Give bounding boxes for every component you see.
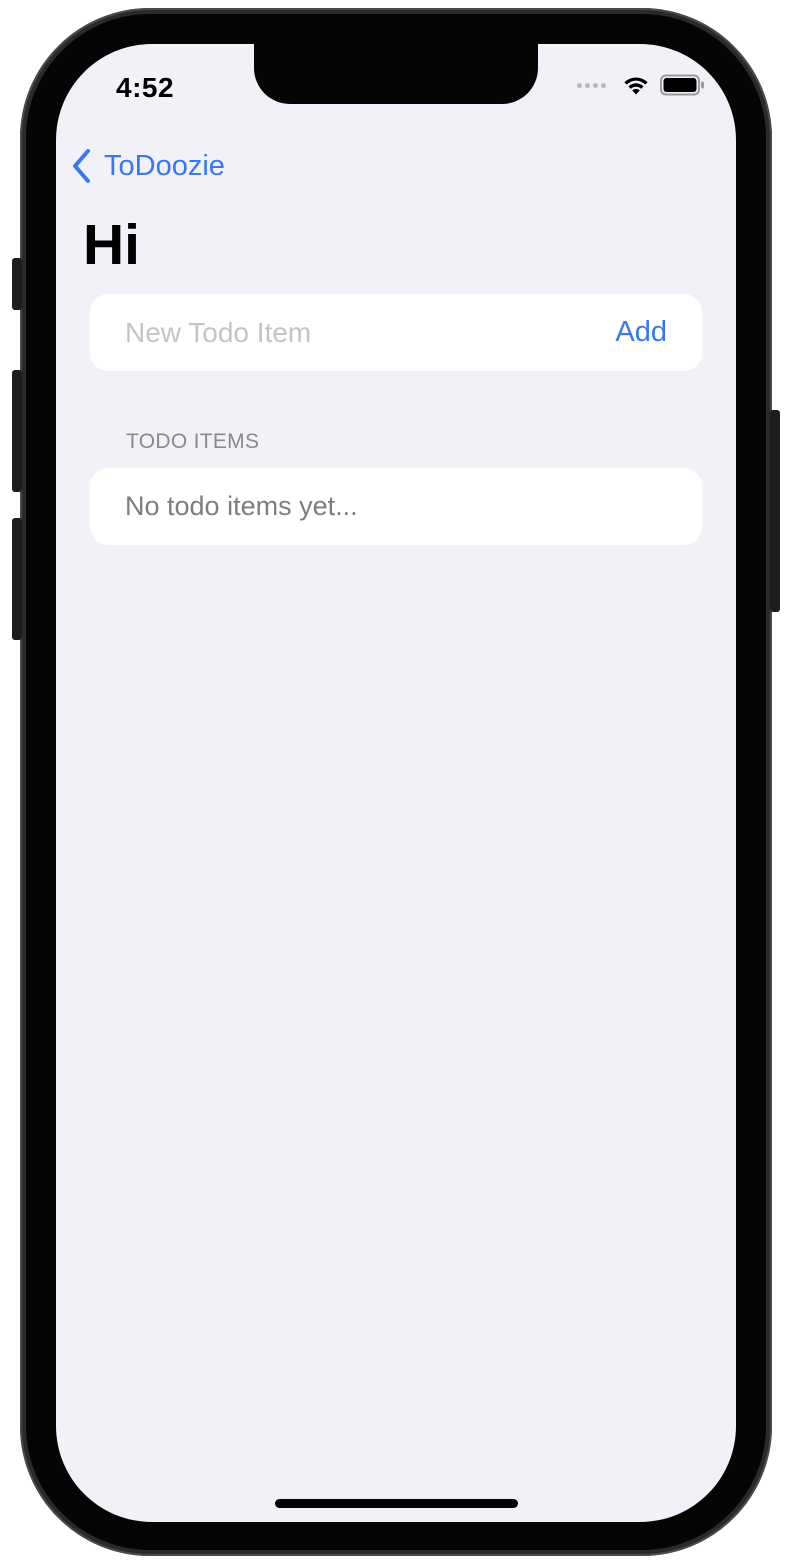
page-title: Hi xyxy=(83,213,140,277)
notch xyxy=(254,44,538,104)
status-icons xyxy=(577,74,706,96)
mute-switch xyxy=(12,258,22,310)
power-button xyxy=(770,410,780,612)
new-todo-input[interactable] xyxy=(125,294,565,371)
wifi-icon xyxy=(624,77,648,95)
app-screen: 4:52 ToDoozie Hi Add TODO ITEMS No todo … xyxy=(56,44,736,1522)
todo-list: No todo items yet... xyxy=(90,468,702,545)
battery-icon xyxy=(660,74,704,96)
home-indicator[interactable] xyxy=(275,1499,518,1508)
chevron-left-icon xyxy=(73,149,90,183)
volume-up-button xyxy=(12,370,22,492)
add-button[interactable]: Add xyxy=(615,294,667,371)
status-time: 4:52 xyxy=(116,72,175,103)
back-button-label: ToDoozie xyxy=(104,149,225,182)
empty-list-message: No todo items yet... xyxy=(125,491,358,521)
cellular-dots-icon xyxy=(577,82,606,88)
volume-down-button xyxy=(12,518,22,640)
section-header-todo-items: TODO ITEMS xyxy=(126,430,260,453)
new-item-row: Add xyxy=(90,294,702,371)
back-button[interactable]: ToDoozie xyxy=(70,148,225,184)
